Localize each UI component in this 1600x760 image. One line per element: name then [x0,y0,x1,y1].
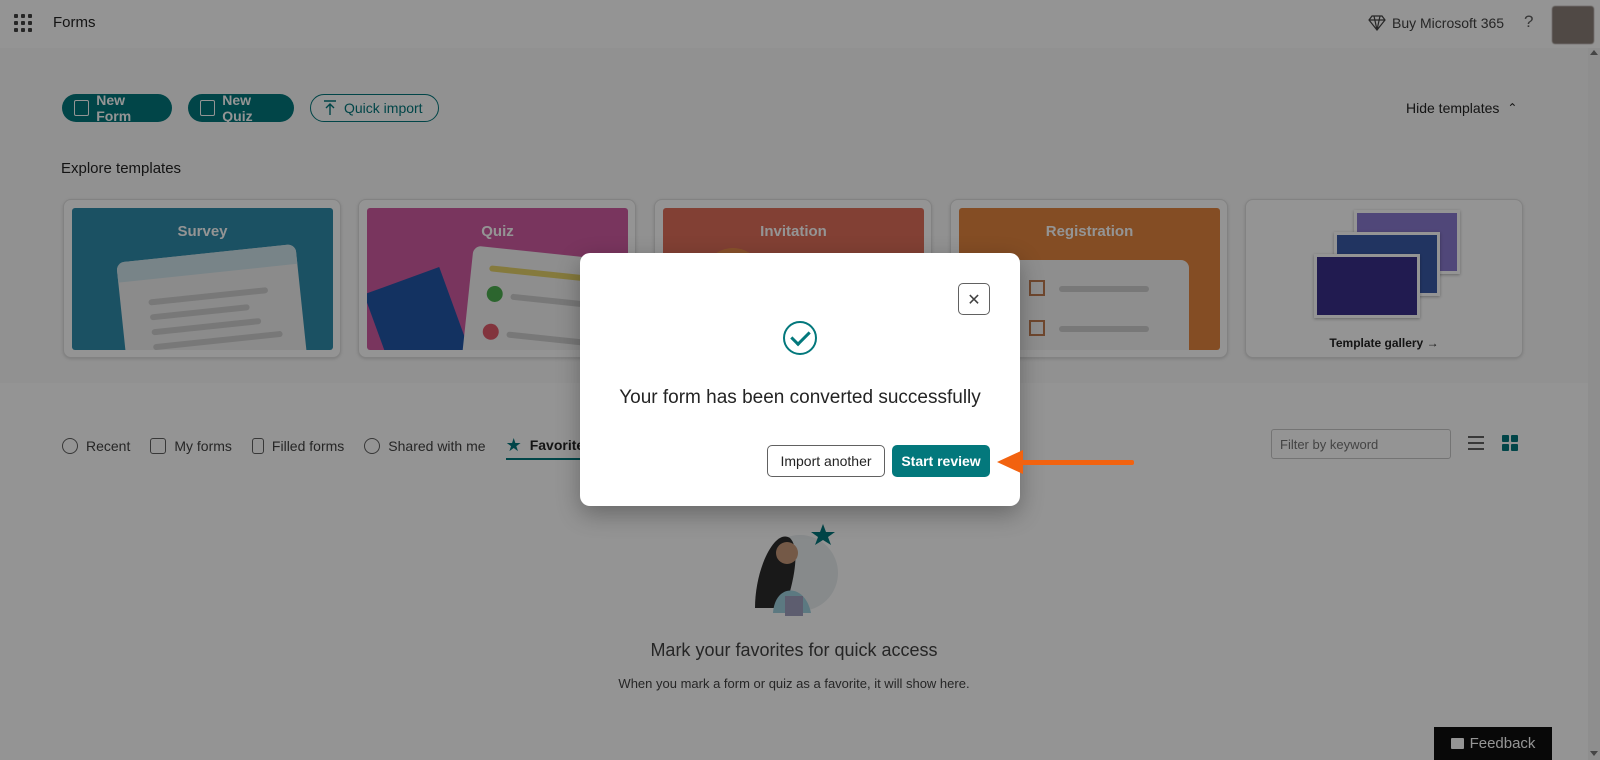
annotation-arrow-icon [997,450,1023,474]
start-review-button[interactable]: Start review [892,445,990,477]
close-icon: ✕ [967,289,981,309]
conversion-success-dialog: ✕ Your form has been converted successfu… [580,253,1020,506]
annotation-arrow-shaft [1018,460,1134,465]
close-button[interactable]: ✕ [958,283,990,315]
import-another-button[interactable]: Import another [767,445,885,477]
dialog-message: Your form has been converted successfull… [619,387,981,408]
checkmark-circle-icon [783,321,817,355]
